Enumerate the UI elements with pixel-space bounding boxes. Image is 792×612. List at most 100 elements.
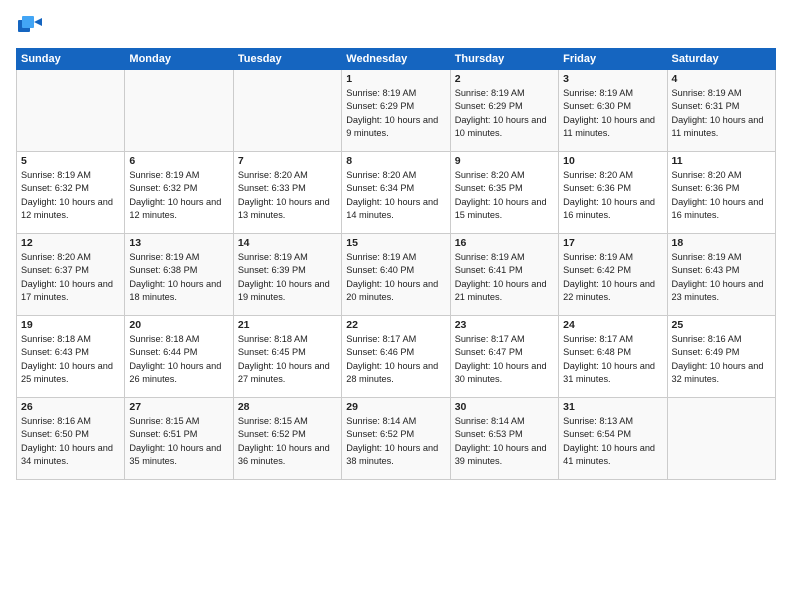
day-info: Sunrise: 8:17 AM Sunset: 6:47 PM Dayligh… [455, 333, 554, 386]
day-cell [233, 70, 341, 152]
day-cell: 5 Sunrise: 8:19 AM Sunset: 6:32 PM Daylig… [17, 152, 125, 234]
day-cell: 26 Sunrise: 8:16 AM Sunset: 6:50 PM Dayli… [17, 398, 125, 480]
day-info: Sunrise: 8:15 AM Sunset: 6:51 PM Dayligh… [129, 415, 228, 468]
day-number: 25 [672, 319, 771, 331]
day-number: 4 [672, 73, 771, 85]
day-info: Sunrise: 8:19 AM Sunset: 6:38 PM Dayligh… [129, 251, 228, 304]
day-info: Sunrise: 8:19 AM Sunset: 6:32 PM Dayligh… [129, 169, 228, 222]
day-cell: 16 Sunrise: 8:19 AM Sunset: 6:41 PM Dayli… [450, 234, 558, 316]
col-header-thursday: Thursday [450, 49, 558, 70]
day-cell: 6 Sunrise: 8:19 AM Sunset: 6:32 PM Daylig… [125, 152, 233, 234]
day-info: Sunrise: 8:18 AM Sunset: 6:43 PM Dayligh… [21, 333, 120, 386]
day-info: Sunrise: 8:19 AM Sunset: 6:43 PM Dayligh… [672, 251, 771, 304]
col-header-saturday: Saturday [667, 49, 775, 70]
day-number: 7 [238, 155, 337, 167]
day-info: Sunrise: 8:19 AM Sunset: 6:40 PM Dayligh… [346, 251, 445, 304]
day-info: Sunrise: 8:19 AM Sunset: 6:39 PM Dayligh… [238, 251, 337, 304]
day-number: 5 [21, 155, 120, 167]
day-cell: 11 Sunrise: 8:20 AM Sunset: 6:36 PM Dayli… [667, 152, 775, 234]
day-info: Sunrise: 8:20 AM Sunset: 6:37 PM Dayligh… [21, 251, 120, 304]
day-number: 28 [238, 401, 337, 413]
day-cell: 7 Sunrise: 8:20 AM Sunset: 6:33 PM Daylig… [233, 152, 341, 234]
col-header-wednesday: Wednesday [342, 49, 450, 70]
day-cell [125, 70, 233, 152]
day-cell: 15 Sunrise: 8:19 AM Sunset: 6:40 PM Dayli… [342, 234, 450, 316]
day-number: 23 [455, 319, 554, 331]
day-info: Sunrise: 8:19 AM Sunset: 6:41 PM Dayligh… [455, 251, 554, 304]
day-number: 31 [563, 401, 662, 413]
day-info: Sunrise: 8:20 AM Sunset: 6:36 PM Dayligh… [672, 169, 771, 222]
day-number: 6 [129, 155, 228, 167]
day-cell: 21 Sunrise: 8:18 AM Sunset: 6:45 PM Dayli… [233, 316, 341, 398]
day-number: 27 [129, 401, 228, 413]
day-cell: 17Sunrise: 8:19 AM Sunset: 6:42 PM Dayli… [559, 234, 667, 316]
day-info: Sunrise: 8:14 AM Sunset: 6:52 PM Dayligh… [346, 415, 445, 468]
day-info: Sunrise: 8:20 AM Sunset: 6:33 PM Dayligh… [238, 169, 337, 222]
day-number: 3 [563, 73, 662, 85]
day-number: 24 [563, 319, 662, 331]
day-cell: 10Sunrise: 8:20 AM Sunset: 6:36 PM Dayli… [559, 152, 667, 234]
day-number: 8 [346, 155, 445, 167]
day-cell: 18 Sunrise: 8:19 AM Sunset: 6:43 PM Dayli… [667, 234, 775, 316]
day-cell: 25 Sunrise: 8:16 AM Sunset: 6:49 PM Dayli… [667, 316, 775, 398]
week-row-4: 19Sunrise: 8:18 AM Sunset: 6:43 PM Dayli… [17, 316, 776, 398]
day-cell: 4 Sunrise: 8:19 AM Sunset: 6:31 PM Daylig… [667, 70, 775, 152]
day-info: Sunrise: 8:19 AM Sunset: 6:29 PM Dayligh… [346, 87, 445, 140]
day-cell: 23 Sunrise: 8:17 AM Sunset: 6:47 PM Dayli… [450, 316, 558, 398]
calendar-page: SundayMondayTuesdayWednesdayThursdayFrid… [0, 0, 792, 612]
day-cell: 14 Sunrise: 8:19 AM Sunset: 6:39 PM Dayli… [233, 234, 341, 316]
day-cell: 28Sunrise: 8:15 AM Sunset: 6:52 PM Dayli… [233, 398, 341, 480]
day-number: 20 [129, 319, 228, 331]
col-header-monday: Monday [125, 49, 233, 70]
logo-icon [16, 12, 44, 40]
week-row-3: 12 Sunrise: 8:20 AM Sunset: 6:37 PM Dayli… [17, 234, 776, 316]
day-cell: 3 Sunrise: 8:19 AM Sunset: 6:30 PM Daylig… [559, 70, 667, 152]
day-info: Sunrise: 8:16 AM Sunset: 6:49 PM Dayligh… [672, 333, 771, 386]
day-info: Sunrise: 8:18 AM Sunset: 6:45 PM Dayligh… [238, 333, 337, 386]
day-number: 11 [672, 155, 771, 167]
day-cell: 1 Sunrise: 8:19 AM Sunset: 6:29 PM Daylig… [342, 70, 450, 152]
day-number: 15 [346, 237, 445, 249]
week-row-2: 5 Sunrise: 8:19 AM Sunset: 6:32 PM Daylig… [17, 152, 776, 234]
day-number: 29 [346, 401, 445, 413]
day-number: 16 [455, 237, 554, 249]
day-info: Sunrise: 8:20 AM Sunset: 6:35 PM Dayligh… [455, 169, 554, 222]
col-header-sunday: Sunday [17, 49, 125, 70]
day-info: Sunrise: 8:20 AM Sunset: 6:34 PM Dayligh… [346, 169, 445, 222]
day-cell: 2Sunrise: 8:19 AM Sunset: 6:29 PM Daylig… [450, 70, 558, 152]
day-number: 10 [563, 155, 662, 167]
day-cell: 9Sunrise: 8:20 AM Sunset: 6:35 PM Daylig… [450, 152, 558, 234]
day-info: Sunrise: 8:19 AM Sunset: 6:31 PM Dayligh… [672, 87, 771, 140]
day-number: 22 [346, 319, 445, 331]
col-header-tuesday: Tuesday [233, 49, 341, 70]
calendar-table: SundayMondayTuesdayWednesdayThursdayFrid… [16, 48, 776, 480]
day-info: Sunrise: 8:18 AM Sunset: 6:44 PM Dayligh… [129, 333, 228, 386]
day-number: 14 [238, 237, 337, 249]
header [16, 12, 776, 40]
day-cell: 22Sunrise: 8:17 AM Sunset: 6:46 PM Dayli… [342, 316, 450, 398]
day-info: Sunrise: 8:19 AM Sunset: 6:29 PM Dayligh… [455, 87, 554, 140]
day-cell: 31 Sunrise: 8:13 AM Sunset: 6:54 PM Dayli… [559, 398, 667, 480]
header-row: SundayMondayTuesdayWednesdayThursdayFrid… [17, 49, 776, 70]
day-cell: 24Sunrise: 8:17 AM Sunset: 6:48 PM Dayli… [559, 316, 667, 398]
day-number: 18 [672, 237, 771, 249]
day-number: 26 [21, 401, 120, 413]
day-cell: 27 Sunrise: 8:15 AM Sunset: 6:51 PM Dayli… [125, 398, 233, 480]
day-cell: 13Sunrise: 8:19 AM Sunset: 6:38 PM Dayli… [125, 234, 233, 316]
day-number: 12 [21, 237, 120, 249]
day-cell [17, 70, 125, 152]
day-info: Sunrise: 8:19 AM Sunset: 6:30 PM Dayligh… [563, 87, 662, 140]
day-info: Sunrise: 8:19 AM Sunset: 6:32 PM Dayligh… [21, 169, 120, 222]
week-row-5: 26 Sunrise: 8:16 AM Sunset: 6:50 PM Dayli… [17, 398, 776, 480]
logo [16, 12, 48, 40]
day-cell: 8 Sunrise: 8:20 AM Sunset: 6:34 PM Daylig… [342, 152, 450, 234]
day-number: 17 [563, 237, 662, 249]
day-info: Sunrise: 8:14 AM Sunset: 6:53 PM Dayligh… [455, 415, 554, 468]
day-info: Sunrise: 8:13 AM Sunset: 6:54 PM Dayligh… [563, 415, 662, 468]
day-number: 1 [346, 73, 445, 85]
day-cell [667, 398, 775, 480]
week-row-1: 1 Sunrise: 8:19 AM Sunset: 6:29 PM Daylig… [17, 70, 776, 152]
day-cell: 20 Sunrise: 8:18 AM Sunset: 6:44 PM Dayli… [125, 316, 233, 398]
day-info: Sunrise: 8:16 AM Sunset: 6:50 PM Dayligh… [21, 415, 120, 468]
day-number: 21 [238, 319, 337, 331]
